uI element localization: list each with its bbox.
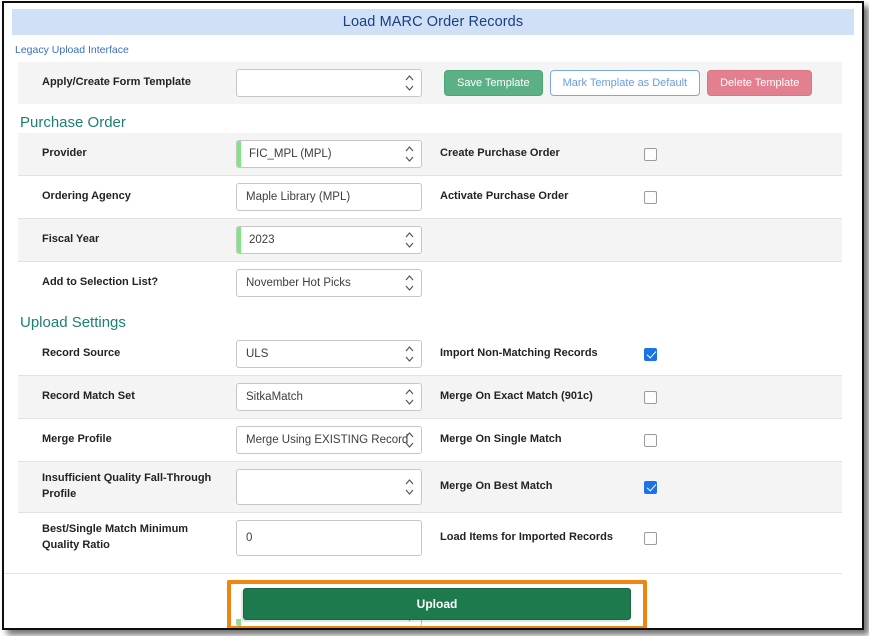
- apply-create-form-template-select[interactable]: [236, 69, 422, 97]
- field-select[interactable]: 2023: [236, 226, 422, 254]
- field-cell: [236, 462, 436, 512]
- apply-create-form-template-field-cell: [236, 62, 436, 104]
- field-select[interactable]: SitkaMatch: [236, 383, 422, 411]
- checkbox-cell: [644, 262, 842, 304]
- field-cell: FIC_MPL (MPL): [236, 133, 436, 175]
- section-heading-purchase-order: Purchase Order: [20, 114, 862, 131]
- spinner-arrows-icon[interactable]: [405, 75, 414, 92]
- field-select[interactable]: FIC_MPL (MPL): [236, 140, 422, 168]
- apply-create-form-template-label: Apply/Create Form Template: [18, 62, 236, 104]
- purchase-order-rows: ProviderFIC_MPL (MPL) Create Purchase Ord…: [4, 133, 862, 304]
- checkbox-cell: [644, 333, 842, 375]
- field-select[interactable]: ULS: [236, 340, 422, 368]
- form-row: Ordering AgencyMaple Library (MPL) Activa…: [18, 175, 842, 218]
- checkbox-label: Merge On Exact Match (901c): [436, 376, 644, 418]
- form-row: Merge ProfileMerge Using EXISTING Record…: [18, 418, 842, 461]
- section-heading-upload-settings: Upload Settings: [20, 314, 862, 331]
- checkbox[interactable]: [644, 391, 657, 404]
- checkbox-label: Activate Purchase Order: [436, 176, 644, 218]
- mark-template-default-button[interactable]: Mark Template as Default: [550, 70, 701, 96]
- checkbox-label: Import Non-Matching Records: [436, 333, 644, 375]
- checkbox-cell: [644, 513, 842, 563]
- field-text-input[interactable]: 0: [236, 520, 422, 556]
- spinner-arrows-icon[interactable]: [405, 275, 414, 292]
- field-value: FIC_MPL (MPL): [237, 148, 332, 160]
- field-select[interactable]: November Hot Picks: [236, 269, 422, 297]
- checkbox-cell: [644, 219, 842, 261]
- form-row: Insufficient Quality Fall-Through Profil…: [18, 461, 842, 512]
- delete-template-button[interactable]: Delete Template: [707, 70, 812, 96]
- field-cell: 0: [236, 513, 436, 563]
- checkbox-cell: [644, 419, 842, 461]
- field-value: Merge Using EXISTING Record: [237, 434, 408, 446]
- form-row: Record Match SetSitkaMatch Merge On Exact…: [18, 375, 842, 418]
- field-cell: November Hot Picks: [236, 262, 436, 304]
- field-cell: SitkaMatch: [236, 376, 436, 418]
- spinner-arrows-icon[interactable]: [405, 146, 414, 163]
- template-buttons-cell: Save Template Mark Template as Default D…: [436, 62, 842, 104]
- checkbox[interactable]: [644, 434, 657, 447]
- checkbox-cell: [644, 176, 842, 218]
- form-row: Fiscal Year2023: [18, 218, 842, 261]
- save-template-button[interactable]: Save Template: [444, 70, 543, 96]
- upload-settings-rows: Record SourceULS Import Non-Matching Reco…: [4, 333, 862, 563]
- page-title-text: Load MARC Order Records: [343, 14, 523, 30]
- field-label: Record Match Set: [18, 376, 236, 418]
- checkbox-label: Create Purchase Order: [436, 133, 644, 175]
- upload-button-area: Upload: [227, 580, 647, 630]
- field-label: Add to Selection List?: [18, 262, 236, 304]
- spinner-arrows-icon[interactable]: [405, 232, 414, 249]
- checkbox-label: Load Items for Imported Records: [436, 513, 644, 563]
- checkbox-label: [436, 219, 644, 261]
- field-label: Best/Single Match Minimum Quality Ratio: [18, 513, 236, 563]
- apply-create-form-template-row: Apply/Create Form Template Save Template…: [18, 62, 842, 104]
- page-title: Load MARC Order Records: [12, 9, 854, 35]
- field-label: Ordering Agency: [18, 176, 236, 218]
- field-cell: ULS: [236, 333, 436, 375]
- field-select[interactable]: Merge Using EXISTING Record: [236, 426, 422, 454]
- field-select[interactable]: [236, 469, 422, 505]
- field-cell: 2023: [236, 219, 436, 261]
- checkbox[interactable]: [644, 348, 657, 361]
- field-value: ULS: [237, 348, 268, 360]
- legacy-upload-interface-link[interactable]: Legacy Upload Interface: [15, 44, 129, 56]
- checkbox-label: Merge On Single Match: [436, 419, 644, 461]
- spinner-arrows-icon[interactable]: [405, 389, 414, 406]
- field-text-input[interactable]: Maple Library (MPL): [236, 183, 422, 211]
- checkbox-label: [436, 262, 644, 304]
- form-row: Best/Single Match Minimum Quality Ratio0…: [18, 512, 842, 563]
- form-row: Add to Selection List?November Hot Picks: [18, 261, 842, 304]
- field-label: Record Source: [18, 333, 236, 375]
- checkbox-cell: [644, 462, 842, 512]
- field-label: Merge Profile: [18, 419, 236, 461]
- checkbox[interactable]: [644, 481, 657, 494]
- field-value: 2023: [237, 234, 275, 246]
- field-cell: Maple Library (MPL): [236, 176, 436, 218]
- checkbox[interactable]: [644, 148, 657, 161]
- field-label: Provider: [18, 133, 236, 175]
- spinner-arrows-icon[interactable]: [405, 479, 414, 496]
- field-label: Fiscal Year: [18, 219, 236, 261]
- checkbox[interactable]: [644, 191, 657, 204]
- field-label: Insufficient Quality Fall-Through Profil…: [18, 462, 236, 512]
- checkbox[interactable]: [644, 532, 657, 545]
- field-value: 0: [237, 532, 252, 544]
- field-value: November Hot Picks: [237, 277, 351, 289]
- field-value: Maple Library (MPL): [237, 191, 350, 203]
- spinner-arrows-icon[interactable]: [405, 432, 414, 449]
- load-marc-order-records-window: Load MARC Order Records Legacy Upload In…: [2, 1, 864, 630]
- field-cell: Merge Using EXISTING Record: [236, 419, 436, 461]
- checkbox-cell: [644, 133, 842, 175]
- field-value: SitkaMatch: [237, 391, 303, 403]
- checkbox-cell: [644, 376, 842, 418]
- checkbox-label: Merge On Best Match: [436, 462, 644, 512]
- form-row: Record SourceULS Import Non-Matching Reco…: [18, 333, 842, 375]
- upload-button[interactable]: Upload: [243, 588, 631, 620]
- form-row: ProviderFIC_MPL (MPL) Create Purchase Ord…: [18, 133, 842, 175]
- spinner-arrows-icon[interactable]: [405, 346, 414, 363]
